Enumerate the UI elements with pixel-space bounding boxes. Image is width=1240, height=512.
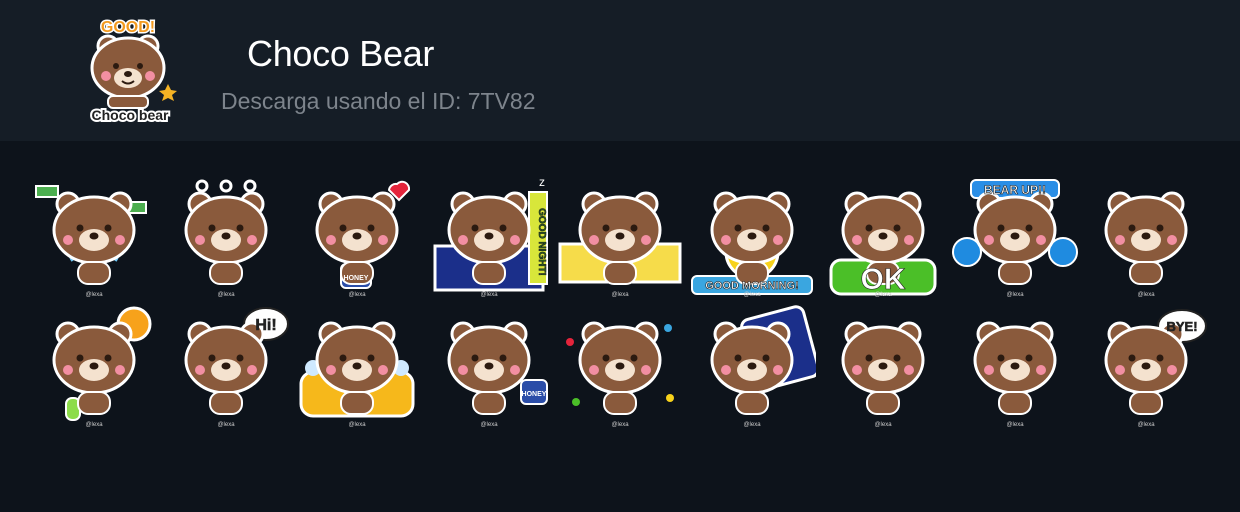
bear-sticker-icon: @lexa [841,321,925,428]
sticker-crying-money-flying[interactable]: @lexa [30,172,158,300]
sticker-lying-honey-jar[interactable]: HONEY @lexa [425,302,553,430]
bear-sticker-icon: @lexa [558,191,682,298]
sticker-bear-up-cheer[interactable]: BEAR UP!! @lexa [951,172,1079,300]
bear-sticker-icon: z GOOD NIGHT! @lexa [433,175,548,298]
sticker-signature: @lexa [85,422,103,428]
pack-download-id: Descarga usando el ID: 7TV82 [221,88,536,114]
sticker-hot-sun-sweating[interactable]: @lexa [30,302,158,430]
bear-sticker-icon: @lexa [710,305,816,428]
sticker-label: GOOD NIGHT! [536,208,547,276]
sticker-ok-sign[interactable]: OK @lexa [819,172,947,300]
sticker-good-morning-sun[interactable]: GOOD MORNING! @lexa [688,172,816,300]
bear-sticker-icon: @lexa [566,321,674,428]
sticker-signature: @lexa [611,292,629,298]
sticker-signature: @lexa [874,422,892,428]
sticker-signature: @lexa [1006,292,1024,298]
logo-badge-text: GOOD! [101,19,155,36]
sticker-signature: @lexa [217,422,235,428]
sticker-signature: @lexa [85,292,103,298]
bear-sticker-icon: @lexa [299,321,415,428]
sticker-signature: @lexa [480,292,498,298]
sticker-good-night-bed[interactable]: z GOOD NIGHT! @lexa [425,172,553,300]
sticker-signature: @lexa [348,422,366,428]
sticker-signature: @lexa [1006,422,1024,428]
sticker-signature: @lexa [217,292,235,298]
sticker-label: Hi! [255,317,276,334]
bear-sticker-icon: BEAR UP!! @lexa [952,179,1078,298]
sticker-tongue-out[interactable]: @lexa [819,302,947,430]
sticker-label: BEAR UP!! [984,183,1046,197]
sticker-signature: @lexa [743,292,761,298]
sticker-label: GOOD MORNING! [705,280,799,292]
bear-sticker-icon: @lexa [973,321,1057,428]
sticker-bath-tub[interactable]: @lexa [293,302,421,430]
sticker-signature: @lexa [874,292,892,298]
bear-sticker-icon: Hi! @lexa [184,307,289,428]
sticker-signature: @lexa [611,422,629,428]
sticker-big-grin[interactable]: @lexa [1082,172,1210,300]
sticker-hi-greeting[interactable]: Hi! @lexa [162,302,290,430]
sticker-honey-heart[interactable]: HONEY @lexa [293,172,421,300]
honey-jar-label: HONEY [344,275,369,282]
bear-sticker-icon: @lexa [52,306,152,428]
bear-sticker-icon: HONEY @lexa [447,321,548,428]
bear-sticker-icon: @lexa [184,179,268,298]
honey-jar-label: HONEY [522,391,547,398]
sticker-grid: @lexa @lexa HONEY @lexa z GOOD NIGHT! @lexa @le… [30,172,1220,442]
bear-sticker-icon: GOOD MORNING!@lexa [691,191,813,298]
sticker-signature: @lexa [1137,292,1155,298]
bear-sticker-icon: @lexa [35,185,147,298]
sticker-starry-night-phone[interactable]: @lexa [688,302,816,430]
sticker-peeking-over-wall[interactable]: @lexa [556,172,684,300]
sticker-cheering-confetti[interactable]: @lexa [556,302,684,430]
sticker-bye-wave[interactable]: BYE! @lexa [1082,302,1210,430]
bear-sticker-icon: OK@lexa [829,191,937,298]
pack-header: GOOD! Choco bear Choco Bear Descarga usa… [0,0,1240,141]
sticker-signature: @lexa [1137,422,1155,428]
pack-logo-icon[interactable]: GOOD! Choco bear [78,14,182,126]
sticker-signature: @lexa [348,292,366,298]
sticker-signature: @lexa [480,422,498,428]
bear-sticker-icon: BYE! @lexa [1104,309,1207,428]
pack-title: Choco Bear [247,33,435,74]
logo-caption: Choco bear [91,107,169,123]
sticker-sparkle-eyes-scared[interactable]: @lexa [951,302,1079,430]
sticker-silent-dots[interactable]: @lexa [162,172,290,300]
bear-sticker-icon: @lexa [1104,191,1188,298]
bear-sticker-icon: HONEY @lexa [315,180,411,298]
sticker-signature: @lexa [743,422,761,428]
sticker-label: BYE! [1166,319,1197,334]
svg-text:z: z [539,175,545,189]
